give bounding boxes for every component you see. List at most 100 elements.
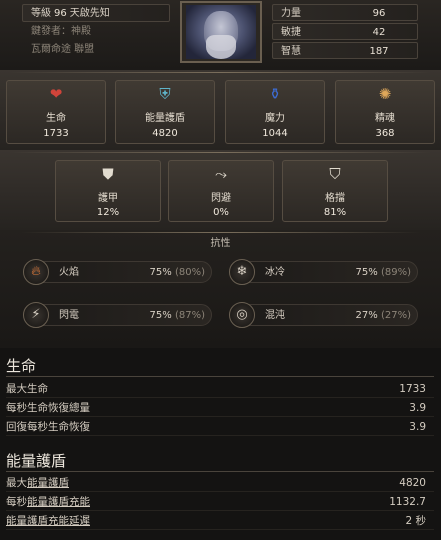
stat-energy-shield[interactable]: ⛨ 能量護盾 4820 [115, 80, 215, 144]
faction-text: 瓦爾命途 聯盟 [31, 44, 95, 55]
label-keyword-link[interactable]: 能量護盾充能延遲 [6, 515, 90, 527]
stat-label: 護甲 [98, 193, 118, 204]
stat-value: 0% [213, 207, 229, 218]
heart-icon: ❤ [49, 85, 63, 103]
resistance-name: 混沌 [265, 310, 285, 321]
stat-armour[interactable]: ⛊ 護甲 12% [55, 160, 161, 222]
resistance-name: 火焰 [59, 267, 79, 278]
stat-life[interactable]: ❤ 生命 1733 [6, 80, 106, 144]
stat-value: 368 [375, 128, 395, 139]
detail-value: 3.9 [409, 421, 426, 433]
resistance-name: 閃電 [59, 310, 79, 321]
ornament-divider [20, 232, 421, 233]
label-prefix: 最大 [6, 477, 27, 489]
stat-label: 生命 [46, 113, 66, 124]
class-name: 天啟先知 [69, 8, 110, 19]
resistance-fire[interactable]: 火焰 75% (80%) [24, 261, 212, 283]
attribute-strength[interactable]: 力量 96 [272, 4, 418, 21]
resistance-values: 27% (27%) [356, 305, 411, 327]
section-divider [6, 376, 434, 377]
stat-evasion[interactable]: ⤳ 閃避 0% [168, 160, 274, 222]
detail-label: 最大生命 [6, 383, 48, 395]
resistances-title: 抗性 [210, 238, 231, 249]
subclass-text: 鍵發者：神殿 [31, 26, 91, 37]
cold-icon: ❄ [229, 259, 255, 285]
attribute-name: 智慧 [281, 46, 301, 57]
resistance-lightning[interactable]: 閃電 75% (87%) [24, 304, 212, 326]
energy-shield-section-title: 能量護盾 [6, 452, 67, 470]
detail-row[interactable]: 能量護盾充能延遲 2 秒 [6, 513, 434, 530]
detail-row[interactable]: 最大生命 1733 [6, 381, 434, 398]
evasion-icon: ⤳ [214, 165, 227, 183]
resistance-chaos[interactable]: 混沌 27% (27%) [230, 304, 418, 326]
attribute-name: 敏捷 [281, 27, 301, 38]
stat-value: 81% [323, 207, 347, 218]
stat-value: 12% [96, 207, 120, 218]
stat-label: 能量護盾 [145, 113, 185, 124]
block-shield-icon: ⛉ [329, 165, 341, 183]
stat-label: 閃避 [211, 193, 231, 204]
stat-block[interactable]: ⛉ 格擋 81% [282, 160, 388, 222]
lightning-icon: ⚡︎ [23, 302, 49, 328]
attribute-value: 42 [372, 27, 386, 38]
detail-value: 3.9 [409, 402, 426, 414]
attribute-dexterity[interactable]: 敏捷 42 [272, 23, 418, 40]
detail-label: 最大能量護盾 [6, 475, 69, 492]
level-prefix: 等級 [31, 8, 51, 19]
spirit-icon: ✺ [378, 85, 392, 103]
resistance-values: 75% (80%) [150, 262, 205, 284]
stat-label: 精魂 [375, 113, 395, 124]
attribute-name: 力量 [281, 8, 301, 19]
detail-value: 4820 [399, 477, 426, 489]
detail-label: 回復每秒生命恢復 [6, 421, 90, 433]
resistance-max: (27%) [380, 310, 411, 321]
stat-value: 1044 [262, 128, 288, 139]
resistance-max: (80%) [174, 267, 205, 278]
portrait-beard [206, 35, 236, 59]
label-keyword-link[interactable]: 能量護盾充能 [27, 496, 90, 508]
resistance-name: 冰冷 [265, 267, 285, 278]
stat-label: 格擋 [325, 193, 345, 204]
attribute-value: 187 [369, 46, 389, 57]
attribute-value: 96 [372, 8, 386, 19]
detail-row[interactable]: 每秒能量護盾充能 1132.7 [6, 494, 434, 511]
stat-spirit[interactable]: ✺ 精魂 368 [335, 80, 435, 144]
detail-row[interactable]: 每秒生命恢復總量 3.9 [6, 400, 434, 417]
level-value: 96 [54, 8, 67, 19]
stat-value: 1733 [43, 128, 69, 139]
detail-value: 1132.7 [389, 496, 426, 508]
resistance-cold[interactable]: 冰冷 75% (89%) [230, 261, 418, 283]
subclass-row: 鍵發者：神殿 [22, 22, 170, 40]
detail-label: 每秒能量護盾充能 [6, 494, 90, 511]
level-class-row: 等級 96 天啟先知 [22, 4, 170, 22]
resistance-value: 75% [149, 267, 172, 278]
fire-icon: 🔥︎ [23, 259, 49, 285]
chaos-icon: ◎ [229, 302, 255, 328]
ornament-divider [10, 72, 431, 73]
mana-potion-icon: ⚱ [268, 85, 282, 103]
armour-icon: ⛊ [102, 165, 114, 183]
stat-mana[interactable]: ⚱ 魔力 1044 [225, 80, 325, 144]
detail-row[interactable]: 最大能量護盾 4820 [6, 475, 434, 492]
detail-label: 每秒生命恢復總量 [6, 402, 90, 414]
character-portrait[interactable] [186, 5, 256, 59]
detail-label: 能量護盾充能延遲 [6, 513, 90, 530]
stat-label: 魔力 [265, 113, 285, 124]
resistance-value: 75% [355, 267, 378, 278]
detail-row[interactable]: 回復每秒生命恢復 3.9 [6, 419, 434, 436]
energy-shield-icon: ⛨ [159, 85, 171, 103]
resistance-value: 27% [355, 310, 378, 321]
resistance-value: 75% [149, 310, 172, 321]
label-keyword-link[interactable]: 能量護盾 [27, 477, 69, 489]
label-prefix: 每秒 [6, 496, 27, 508]
attribute-intelligence[interactable]: 智慧 187 [272, 42, 418, 59]
detail-value: 1733 [399, 383, 426, 395]
resistance-values: 75% (89%) [356, 262, 411, 284]
detail-value: 2 秒 [405, 515, 426, 527]
faction-row: 瓦爾命途 聯盟 [22, 40, 170, 58]
section-divider [6, 471, 434, 472]
resistance-max: (87%) [174, 310, 205, 321]
life-section-title: 生命 [6, 357, 37, 375]
stat-value: 4820 [152, 128, 178, 139]
resistance-max: (89%) [380, 267, 411, 278]
